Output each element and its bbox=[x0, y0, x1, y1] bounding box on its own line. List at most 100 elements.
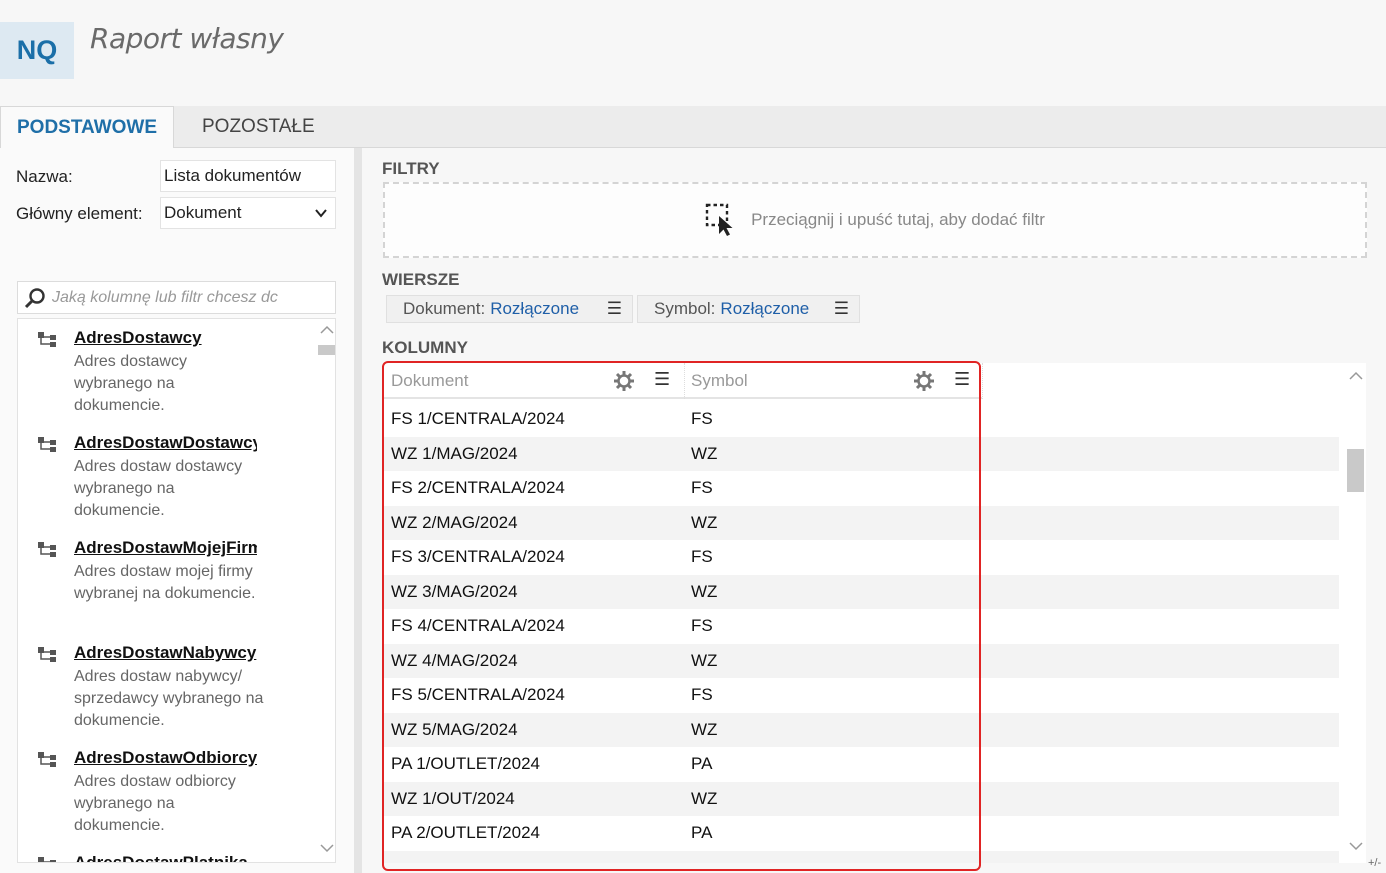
table-row[interactable] bbox=[384, 850, 1339, 863]
tab-pozostale[interactable]: POZOSTAŁE bbox=[186, 106, 331, 148]
field-description: Adres dostaw odbiorcy wybranego na dokum… bbox=[74, 773, 236, 834]
app-header: NQ Raport własny bbox=[0, 0, 1386, 106]
cell-symbol: WZ bbox=[691, 581, 718, 601]
panel-splitter[interactable] bbox=[354, 148, 362, 873]
chevron-down-icon bbox=[315, 209, 327, 218]
chip-mode-link[interactable]: Rozłączone bbox=[490, 299, 579, 319]
chip-mode-link[interactable]: Rozłączone bbox=[720, 299, 809, 319]
rows-heading: WIERSZE bbox=[382, 270, 460, 289]
list-item[interactable]: AdresDostawPlatnika bbox=[38, 853, 278, 862]
grid-scroll-down-icon[interactable] bbox=[1349, 841, 1363, 851]
cell-dokument: PA 2/OUTLET/2024 bbox=[391, 823, 540, 842]
cell-dokument: WZ 4/MAG/2024 bbox=[391, 650, 518, 670]
drag-drop-icon bbox=[705, 203, 733, 236]
column-header-symbol[interactable]: Symbol bbox=[684, 363, 982, 399]
search-placeholder: Jaką kolumnę lub filtr chcesz dc bbox=[52, 288, 278, 306]
chip-field: Symbol: bbox=[654, 299, 716, 318]
cell-symbol: PA bbox=[691, 754, 713, 773]
table-row[interactable]: WZ 1/MAG/2024 WZ bbox=[384, 436, 1339, 471]
field-name[interactable]: AdresDostawPlatnika bbox=[74, 853, 257, 862]
list-item[interactable]: AdresDostawNabywcy Adres dostaw nabywcy/… bbox=[38, 643, 278, 743]
tab-podstawowe[interactable]: PODSTAWOWE bbox=[0, 106, 175, 149]
tree-icon bbox=[38, 857, 56, 862]
row-chip-symbol[interactable]: Symbol: Rozłączone ☰ bbox=[637, 295, 860, 323]
cell-dokument: WZ 1/MAG/2024 bbox=[391, 443, 518, 463]
table-row[interactable]: PA 2/OUTLET/2024 PA bbox=[384, 816, 1339, 851]
name-field[interactable]: Lista dokumentów bbox=[160, 160, 336, 192]
tree-icon bbox=[38, 542, 56, 557]
cell-symbol: WZ bbox=[691, 512, 718, 532]
filter-dropzone[interactable]: Przeciągnij i upuść tutaj, aby dodać fil… bbox=[383, 182, 1367, 258]
cell-symbol: WZ bbox=[691, 788, 718, 808]
column-menu-icon[interactable]: ☰ bbox=[954, 369, 970, 390]
table-row[interactable]: FS 1/CENTRALA/2024 FS bbox=[384, 402, 1339, 437]
grid-scroll-up-icon[interactable] bbox=[1349, 371, 1363, 381]
table-row[interactable]: FS 2/CENTRALA/2024 FS bbox=[384, 471, 1339, 506]
scroll-down-icon[interactable] bbox=[320, 843, 334, 853]
table-row[interactable]: WZ 4/MAG/2024 WZ bbox=[384, 643, 1339, 678]
cell-symbol: WZ bbox=[691, 443, 718, 463]
columns-heading: KOLUMNY bbox=[382, 338, 468, 357]
cell-symbol: FS bbox=[691, 478, 713, 497]
tree-icon bbox=[38, 647, 56, 662]
field-name[interactable]: AdresDostawOdbiorcy bbox=[74, 748, 257, 768]
list-item[interactable]: AdresDostawcy Adres dostawcy wybranego n… bbox=[38, 328, 278, 428]
column-search-input[interactable]: Jaką kolumnę lub filtr chcesz dc bbox=[17, 281, 336, 314]
page-title: Raport własny bbox=[90, 22, 284, 55]
cell-dokument: PA 1/OUTLET/2024 bbox=[391, 754, 540, 773]
cell-dokument: FS 5/CENTRALA/2024 bbox=[391, 685, 565, 704]
cell-symbol: FS bbox=[691, 616, 713, 635]
cell-symbol: FS bbox=[691, 547, 713, 566]
gear-icon[interactable] bbox=[913, 370, 935, 392]
column-separator bbox=[982, 363, 983, 399]
cell-symbol: PA bbox=[691, 823, 713, 842]
tree-icon bbox=[38, 437, 56, 452]
column-menu-icon[interactable]: ☰ bbox=[654, 369, 670, 390]
dropzone-text: Przeciągnij i upuść tutaj, aby dodać fil… bbox=[751, 210, 1045, 229]
field-list: AdresDostawcy Adres dostawcy wybranego n… bbox=[17, 318, 336, 863]
list-item[interactable]: AdresDostawDostawcy Adres dostaw dostawc… bbox=[38, 433, 278, 533]
menu-icon[interactable]: ☰ bbox=[607, 299, 622, 319]
filters-heading: FILTRY bbox=[382, 159, 440, 178]
cell-symbol: WZ bbox=[691, 719, 718, 739]
cell-symbol: WZ bbox=[691, 650, 718, 670]
field-name[interactable]: AdresDostawDostawcy bbox=[74, 433, 257, 453]
cell-dokument: WZ 3/MAG/2024 bbox=[391, 581, 518, 601]
grid-scrollbar-thumb[interactable] bbox=[1347, 449, 1364, 492]
list-item[interactable]: AdresDostawOdbiorcy Adres dostaw odbiorc… bbox=[38, 748, 278, 848]
search-icon bbox=[24, 287, 45, 308]
field-description: Adres dostawcy wybranego na dokumencie. bbox=[74, 353, 187, 414]
row-chip-dokument[interactable]: Dokument: Rozłączone ☰ bbox=[386, 295, 633, 323]
cell-dokument: FS 2/CENTRALA/2024 bbox=[391, 478, 565, 497]
results-grid: Dokument ☰ Symbol ☰ FS 1/CENTRALA/2024 FS… bbox=[384, 363, 1366, 863]
gear-icon[interactable] bbox=[613, 370, 635, 392]
table-row[interactable]: FS 4/CENTRALA/2024 FS bbox=[384, 609, 1339, 644]
chip-field: Dokument: bbox=[403, 299, 486, 318]
field-name[interactable]: AdresDostawMojejFirmy bbox=[74, 538, 257, 558]
field-description: Adres dostaw nabywcy/ sprzedawcy wybrane… bbox=[74, 668, 264, 729]
main-element-select[interactable]: Dokument bbox=[160, 197, 336, 229]
cell-dokument: WZ 2/MAG/2024 bbox=[391, 512, 518, 532]
cell-dokument: FS 1/CENTRALA/2024 bbox=[391, 409, 565, 428]
table-row[interactable]: WZ 2/MAG/2024 WZ bbox=[384, 505, 1339, 540]
app-logo: NQ bbox=[0, 22, 74, 79]
list-scrollbar-thumb[interactable] bbox=[318, 345, 335, 355]
cell-dokument: WZ 1/OUT/2024 bbox=[391, 788, 515, 808]
cell-dokument: WZ 5/MAG/2024 bbox=[391, 719, 518, 739]
cell-dokument: FS 3/CENTRALA/2024 bbox=[391, 547, 565, 566]
table-row[interactable]: WZ 1/OUT/2024 WZ bbox=[384, 781, 1339, 816]
scroll-up-icon[interactable] bbox=[320, 325, 334, 335]
table-row[interactable]: FS 3/CENTRALA/2024 FS bbox=[384, 540, 1339, 575]
grid-header: Dokument ☰ Symbol ☰ bbox=[384, 363, 983, 399]
table-row[interactable]: WZ 3/MAG/2024 WZ bbox=[384, 574, 1339, 609]
column-header-dokument[interactable]: Dokument bbox=[384, 363, 684, 399]
cell-symbol: FS bbox=[691, 685, 713, 704]
field-name[interactable]: AdresDostawcy bbox=[74, 328, 257, 348]
table-row[interactable]: WZ 5/MAG/2024 WZ bbox=[384, 712, 1339, 747]
menu-icon[interactable]: ☰ bbox=[834, 299, 849, 319]
table-row[interactable]: PA 1/OUTLET/2024 PA bbox=[384, 747, 1339, 782]
list-item[interactable]: AdresDostawMojejFirmy Adres dostaw mojej… bbox=[38, 538, 278, 638]
table-row[interactable]: FS 5/CENTRALA/2024 FS bbox=[384, 678, 1339, 713]
field-name[interactable]: AdresDostawNabywcy bbox=[74, 643, 257, 663]
resize-hint[interactable]: +/- bbox=[1368, 857, 1381, 869]
